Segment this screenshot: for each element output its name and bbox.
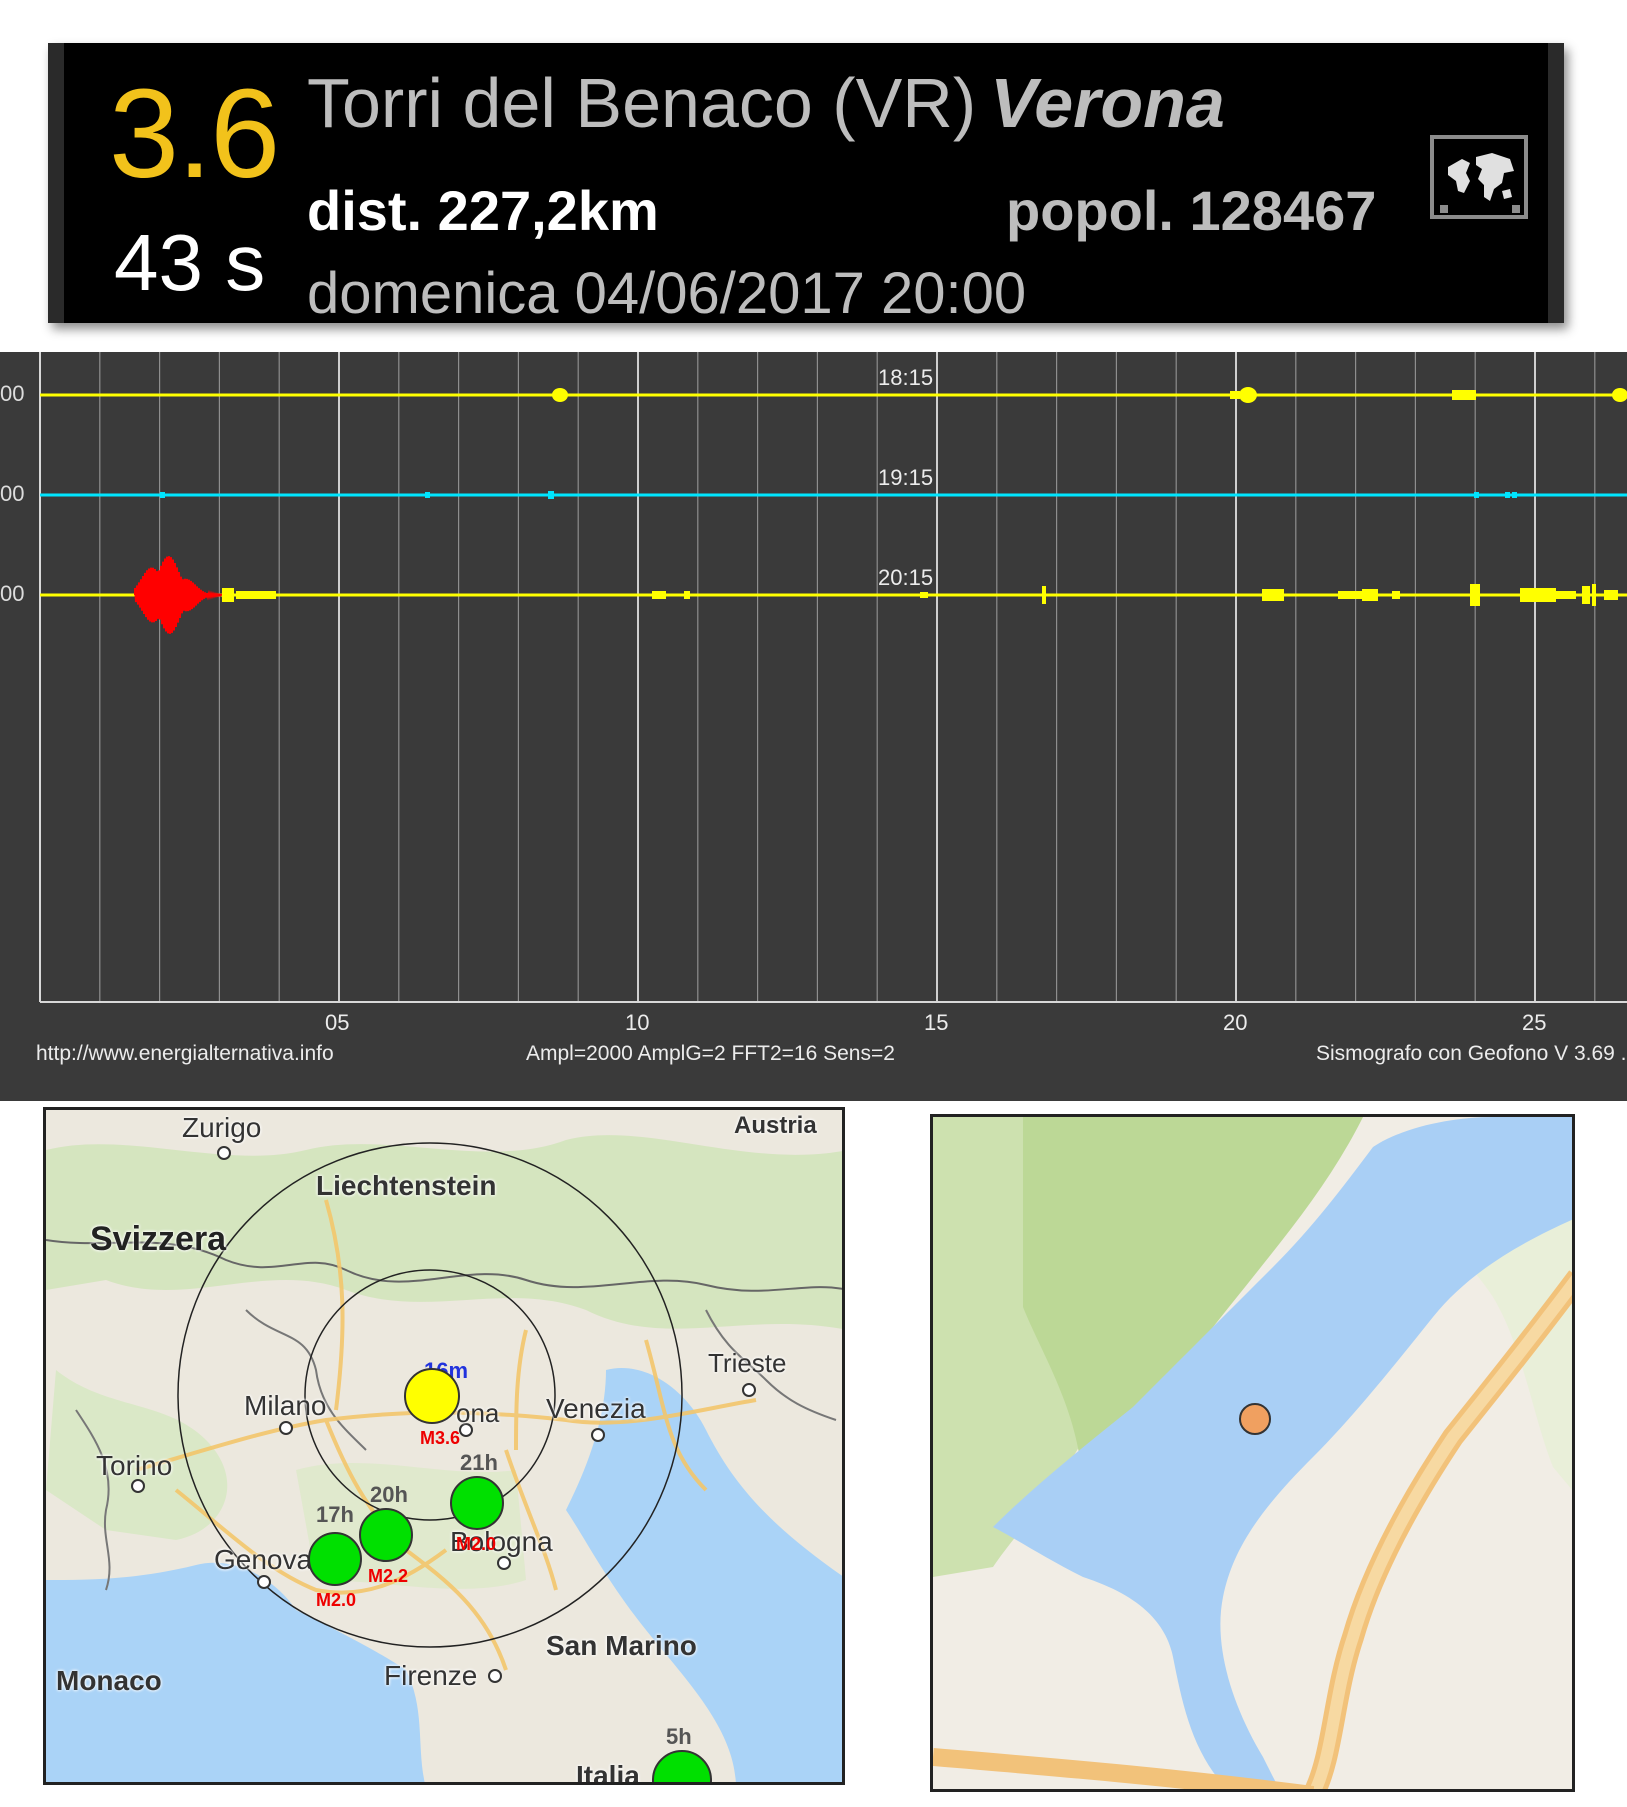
country-label-austria: Austria [734, 1112, 817, 1139]
city-label-genova: Genova [214, 1544, 313, 1575]
city-label-trieste: Trieste [708, 1348, 787, 1378]
zoomed-map[interactable] [930, 1114, 1575, 1792]
footer-version: Sismografo con Geofono V 3.69 . [1316, 1042, 1627, 1065]
event-time-label: 5h [666, 1724, 692, 1749]
row-time-label: 19:15 [878, 465, 933, 490]
event-time-label: 20h [370, 1482, 408, 1507]
event-time-label: 17h [316, 1502, 354, 1527]
event-marker-main[interactable] [404, 1368, 460, 1424]
footer-settings: Ampl=2000 AmplG=2 FFT2=16 Sens=2 [526, 1042, 895, 1065]
world-map-icon [1440, 145, 1520, 213]
zoom-map-background [933, 1117, 1572, 1789]
event-time-label: 21h [460, 1450, 498, 1475]
country-label-monaco: Monaco [56, 1665, 162, 1696]
quake-burst [134, 556, 223, 634]
event-magnitude: 3.6 [109, 63, 280, 204]
x-tick-label: 25 [1522, 1010, 1546, 1035]
x-tick-label: 20 [1223, 1010, 1247, 1035]
epicenter-marker[interactable] [1239, 1403, 1271, 1435]
event-mag-label: M2.0 [316, 1590, 357, 1610]
earthquake-map[interactable]: Zurigo Svizzera Liechtenstein Austria Mi… [43, 1107, 845, 1785]
event-place: Torri del Benaco (VR) Verona [307, 61, 1225, 145]
event-region: Verona [990, 64, 1225, 142]
x-tick-label: 05 [325, 1010, 349, 1035]
event-card[interactable]: 3.6 43 s Torri del Benaco (VR) Verona dis… [48, 43, 1564, 323]
event-distance: dist. 227,2km [307, 179, 659, 242]
quake-waveform [134, 556, 223, 634]
city-label-venezia: Venezia [546, 1393, 646, 1424]
country-label-liechtenstein: Liechtenstein [316, 1170, 497, 1201]
city-label-milano: Milano [244, 1390, 327, 1421]
country-label-svizzera: Svizzera [90, 1220, 227, 1258]
event-datetime: domenica 04/06/2017 20:00 [307, 261, 1027, 326]
seismograph-chart: 00 00 00 18:15 19:15 20:15 05 10 15 20 2… [0, 352, 1627, 1065]
country-label-san-marino: San Marino [546, 1630, 697, 1661]
left-tick-label: 00 [0, 481, 24, 506]
event-marker[interactable] [308, 1532, 362, 1586]
event-mag-label: M2.0 [456, 1534, 497, 1554]
seismo-grid [39, 352, 1596, 1002]
country-label-italia: Italia [576, 1760, 640, 1785]
seismograph-panel: 00 00 00 18:15 19:15 20:15 05 10 15 20 2… [0, 352, 1627, 1101]
left-tick-label: 00 [0, 581, 24, 606]
event-population: popol. 128467 [1006, 179, 1377, 242]
x-tick-label: 15 [924, 1010, 948, 1035]
event-marker[interactable] [450, 1476, 504, 1530]
event-delay: 43 s [114, 218, 266, 307]
world-map-button[interactable] [1430, 135, 1528, 219]
footer-url[interactable]: http://www.energialternativa.info [36, 1042, 334, 1065]
city-label-zurigo: Zurigo [182, 1112, 262, 1143]
city-label-verona-partial: ona [456, 1398, 500, 1428]
event-mag-label: M3.6 [420, 1428, 461, 1448]
event-mag-label: M2.2 [368, 1566, 409, 1586]
city-label-firenze: Firenze [384, 1660, 478, 1691]
row-time-label: 18:15 [878, 365, 933, 390]
event-marker[interactable] [359, 1508, 413, 1562]
city-label-torino: Torino [96, 1450, 173, 1481]
left-tick-label: 00 [0, 381, 24, 406]
x-tick-label: 10 [625, 1010, 649, 1035]
row-time-label: 20:15 [878, 565, 933, 590]
event-location: Torri del Benaco (VR) [307, 64, 977, 142]
